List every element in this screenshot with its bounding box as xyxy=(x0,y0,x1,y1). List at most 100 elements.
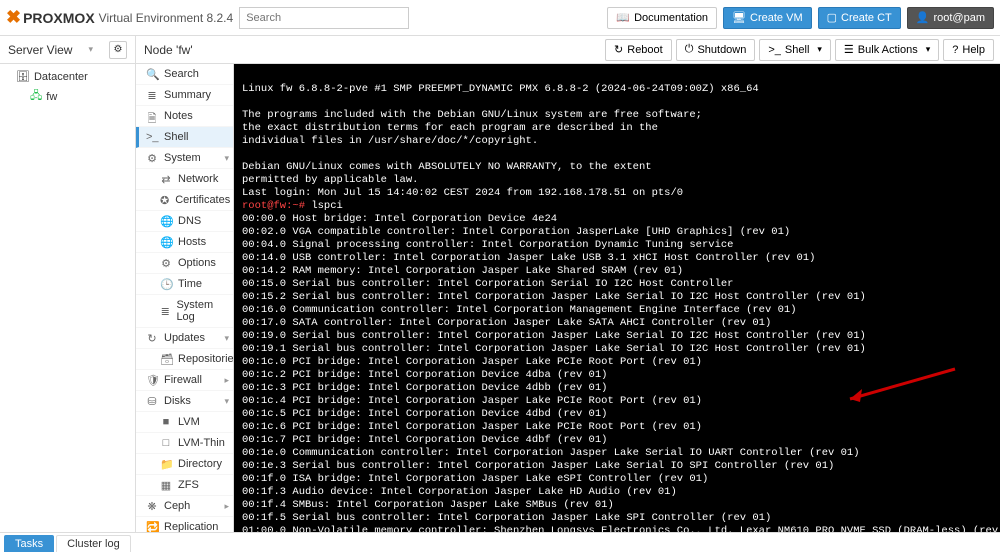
nav-certificates[interactable]: ✪Certificates xyxy=(136,190,233,211)
refresh-icon: ↻ xyxy=(146,332,158,344)
nav-disks[interactable]: ⛁Disks▾ xyxy=(136,391,233,412)
main-area: 🗄Datacenter 🖧fw 🔍Search ≣Summary 🗎Notes … xyxy=(0,64,1000,532)
tab-clusterlog[interactable]: Cluster log xyxy=(56,535,131,552)
gear-button[interactable]: ⚙ xyxy=(109,41,127,59)
shutdown-button[interactable]: ⏻Shutdown xyxy=(676,39,756,61)
term-line: 00:16.0 Communication controller: Intel … xyxy=(242,304,797,316)
nav-syslog[interactable]: ≣System Log xyxy=(136,295,233,328)
terminal-icon: >_ xyxy=(768,44,781,56)
options-icon: ⚙ xyxy=(160,257,172,269)
cert-icon: ✪ xyxy=(160,194,169,206)
nav-options[interactable]: ⚙Options xyxy=(136,253,233,274)
datacenter-icon: 🗄 xyxy=(16,70,30,83)
tree-datacenter[interactable]: 🗄Datacenter xyxy=(2,68,133,85)
nav-updates[interactable]: ↻Updates▾ xyxy=(136,328,233,349)
user-menu-button[interactable]: 👤root@pam xyxy=(907,7,994,29)
notes-icon: 🗎 xyxy=(146,110,158,122)
server-view-panel: Server View ▾ ⚙ xyxy=(0,36,136,63)
bottom-bar: Tasks Cluster log xyxy=(0,532,1000,554)
annotation-arrow-icon xyxy=(840,364,960,404)
term-line: 00:1c.7 PCI bridge: Intel Corporation De… xyxy=(242,434,607,446)
term-line: 00:1c.0 PCI bridge: Intel Corporation Ja… xyxy=(242,356,702,368)
logo-brand: PROXMOX xyxy=(23,10,95,26)
search-input[interactable] xyxy=(239,7,409,29)
term-line: 00:17.0 SATA controller: Intel Corporati… xyxy=(242,317,771,329)
create-vm-button[interactable]: 🖥Create VM xyxy=(723,7,812,29)
term-line: 00:1f.4 SMBus: Intel Corporation Jasper … xyxy=(242,499,614,511)
chevron-right-icon: ▸ xyxy=(224,501,229,512)
nav-summary[interactable]: ≣Summary xyxy=(136,85,233,106)
logo-x-icon: ✖ xyxy=(6,7,21,28)
nav-network[interactable]: ⇄Network xyxy=(136,169,233,190)
tree-node-fw[interactable]: 🖧fw xyxy=(2,85,133,108)
nav-time[interactable]: 🕒Time xyxy=(136,274,233,295)
term-line: permitted by applicable law. xyxy=(242,174,418,186)
network-icon: ⇄ xyxy=(160,173,172,185)
nav-firewall[interactable]: 🛡Firewall▸ xyxy=(136,370,233,391)
term-line: 00:15.2 Serial bus controller: Intel Cor… xyxy=(242,291,866,303)
nav-ceph[interactable]: ❋Ceph▸ xyxy=(136,496,233,517)
term-line: 00:19.1 Serial bus controller: Intel Cor… xyxy=(242,343,866,355)
chevron-down-icon[interactable]: ▾ xyxy=(88,44,93,55)
term-line: Last login: Mon Jul 15 14:40:02 CEST 202… xyxy=(242,187,683,199)
tab-tasks[interactable]: Tasks xyxy=(4,535,54,552)
sub-toolbar: Server View ▾ ⚙ Node 'fw' ↻Reboot ⏻Shutd… xyxy=(0,36,1000,64)
nav-zfs[interactable]: ▦ZFS xyxy=(136,475,233,496)
power-icon: ⏻ xyxy=(685,43,694,56)
term-line: 00:02.0 VGA compatible controller: Intel… xyxy=(242,226,790,238)
nav-replication[interactable]: 🔁Replication xyxy=(136,517,233,532)
nav-lvm[interactable]: ■LVM xyxy=(136,412,233,433)
cogs-icon: ⚙ xyxy=(146,152,158,164)
reboot-button[interactable]: ↻Reboot xyxy=(605,39,672,61)
shell-terminal[interactable]: Linux fw 6.8.8-2-pve #1 SMP PREEMPT_DYNA… xyxy=(234,64,1000,532)
term-line: 00:1e.3 Serial bus controller: Intel Cor… xyxy=(242,460,834,472)
reboot-icon: ↻ xyxy=(614,43,623,56)
shell-button[interactable]: >_Shell xyxy=(759,39,831,61)
help-icon: ? xyxy=(952,44,958,56)
term-line: Debian GNU/Linux comes with ABSOLUTELY N… xyxy=(242,161,652,173)
top-toolbar: ✖ PROXMOX Virtual Environment 8.2.4 📖Doc… xyxy=(0,0,1000,36)
disk-icon: ⛁ xyxy=(146,395,158,407)
bulk-actions-button[interactable]: ☰Bulk Actions xyxy=(835,39,939,61)
nav-search[interactable]: 🔍Search xyxy=(136,64,233,85)
create-ct-button[interactable]: ▢Create CT xyxy=(818,7,901,29)
folder-icon: 📁 xyxy=(160,458,172,470)
documentation-button[interactable]: 📖Documentation xyxy=(607,7,717,29)
summary-icon: ≣ xyxy=(146,89,158,101)
nav-directory[interactable]: 📁Directory xyxy=(136,454,233,475)
nav-lvmthin[interactable]: □LVM-Thin xyxy=(136,433,233,454)
ceph-icon: ❋ xyxy=(146,500,158,512)
term-line: 00:1c.4 PCI bridge: Intel Corporation Ja… xyxy=(242,395,702,407)
term-line: 00:1c.6 PCI bridge: Intel Corporation Ja… xyxy=(242,421,702,433)
nav-repositories[interactable]: 🗃Repositories xyxy=(136,349,233,370)
term-line: 00:19.0 Serial bus controller: Intel Cor… xyxy=(242,330,866,342)
clock-icon: 🕒 xyxy=(160,278,172,290)
server-view-label[interactable]: Server View xyxy=(8,43,72,57)
search-icon: 🔍 xyxy=(146,68,158,80)
hosts-icon: 🌐 xyxy=(160,236,172,248)
term-line: 00:1c.5 PCI bridge: Intel Corporation De… xyxy=(242,408,607,420)
term-line: 01:00.0 Non-Volatile memory controller: … xyxy=(242,525,1000,532)
term-line: Linux fw 6.8.8-2-pve #1 SMP PREEMPT_DYNA… xyxy=(242,83,759,95)
zfs-icon: ▦ xyxy=(160,479,172,491)
list-icon: ≣ xyxy=(160,305,170,317)
help-button[interactable]: ?Help xyxy=(943,39,994,61)
shield-icon: 🛡 xyxy=(146,374,158,386)
term-line: 00:1f.0 ISA bridge: Intel Corporation Ja… xyxy=(242,473,708,485)
term-line: 00:00.0 Host bridge: Intel Corporation D… xyxy=(242,213,557,225)
square-outline-icon: □ xyxy=(160,437,172,449)
cube-icon: ▢ xyxy=(827,11,837,24)
chevron-down-icon: ▾ xyxy=(224,153,229,164)
nav-shell[interactable]: >_Shell xyxy=(136,127,233,148)
list-icon: ☰ xyxy=(844,43,854,56)
nav-notes[interactable]: 🗎Notes xyxy=(136,106,233,127)
nav-system[interactable]: ⚙System▾ xyxy=(136,148,233,169)
monitor-icon: 🖥 xyxy=(732,11,746,24)
user-icon: 👤 xyxy=(916,11,930,24)
breadcrumb: Node 'fw' xyxy=(136,36,605,63)
resource-tree: 🗄Datacenter 🖧fw xyxy=(0,64,136,532)
nav-hosts[interactable]: 🌐Hosts xyxy=(136,232,233,253)
term-line: 00:1e.0 Communication controller: Intel … xyxy=(242,447,860,459)
nav-dns[interactable]: 🌐DNS xyxy=(136,211,233,232)
node-action-buttons: ↻Reboot ⏻Shutdown >_Shell ☰Bulk Actions … xyxy=(605,36,1000,63)
